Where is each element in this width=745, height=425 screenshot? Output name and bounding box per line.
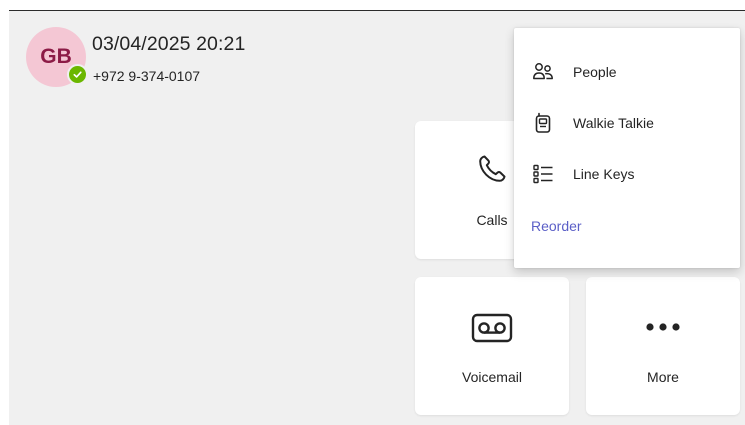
menu-item-line-keys[interactable]: Line Keys	[514, 154, 740, 194]
voicemail-icon	[415, 313, 569, 343]
reorder-link[interactable]: Reorder	[531, 218, 582, 234]
avatar[interactable]: GB	[26, 27, 88, 87]
phone-number: +972 9-374-0107	[93, 68, 201, 84]
voicemail-tile[interactable]: Voicemail	[415, 277, 569, 415]
voicemail-label: Voicemail	[462, 369, 522, 385]
date-time: 03/04/2025 20:21	[92, 33, 246, 55]
home-screen: GB 03/04/2025 20:21 +972 9-374-0107 Call…	[9, 10, 745, 425]
avatar-initials: GB	[40, 45, 72, 68]
available-check-icon	[67, 64, 88, 85]
people-icon	[532, 61, 554, 83]
menu-item-walkie-talkie[interactable]: Walkie Talkie	[514, 103, 740, 143]
walkie-talkie-icon	[532, 112, 554, 134]
more-tile[interactable]: More	[586, 277, 740, 415]
more-label: More	[647, 369, 679, 385]
menu-item-label: People	[573, 64, 617, 80]
menu-item-label: Walkie Talkie	[573, 115, 654, 131]
more-menu: People Walkie Talkie Line Keys Reorder	[514, 28, 740, 268]
more-dots-icon	[586, 321, 740, 333]
menu-item-people[interactable]: People	[514, 52, 740, 92]
line-keys-icon	[532, 163, 554, 185]
menu-item-label: Line Keys	[573, 166, 635, 182]
